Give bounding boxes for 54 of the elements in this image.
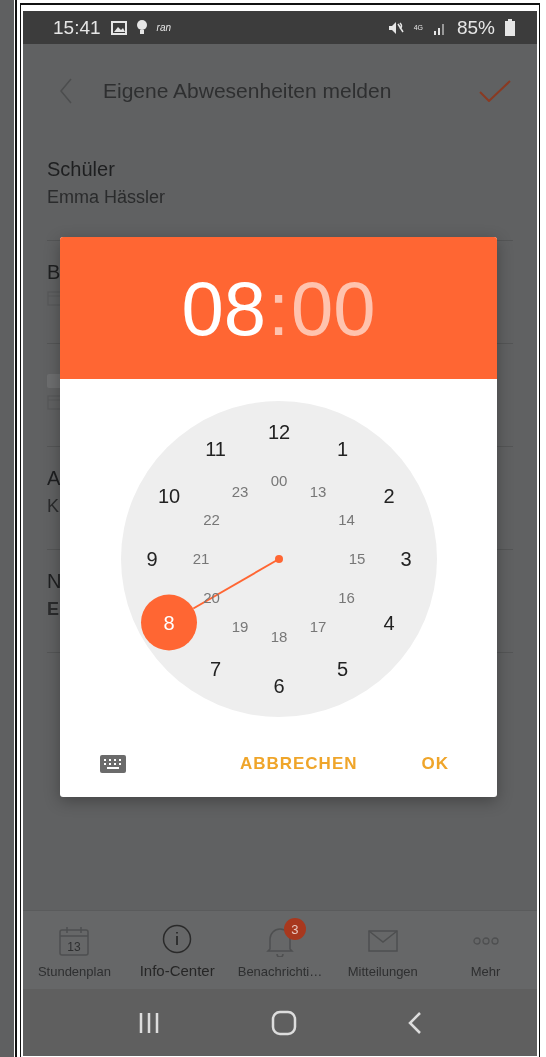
bulb-icon (136, 20, 147, 35)
mute-icon (387, 20, 404, 35)
clock-number[interactable]: 14 (337, 511, 355, 529)
clock-number[interactable]: 00 (270, 472, 287, 490)
status-time: 15:41 (53, 16, 101, 39)
clock-number[interactable]: 11 (204, 438, 226, 460)
clock-number[interactable]: 9 (145, 548, 158, 570)
time-separator: : (266, 264, 291, 352)
clock-number[interactable]: 17 (309, 617, 326, 635)
clock-number[interactable]: 3 (399, 548, 412, 570)
more-icon (472, 937, 499, 945)
clock-number[interactable]: 23 (231, 482, 248, 500)
clock-number[interactable]: 8 (162, 611, 175, 634)
clock-number[interactable]: 7 (209, 658, 221, 680)
battery-icon (505, 19, 515, 36)
home-icon (271, 1009, 297, 1036)
clock-number[interactable]: 6 (272, 675, 285, 697)
bell-icon (266, 925, 294, 957)
notification-text: ran (156, 22, 171, 33)
ok-button[interactable]: OK (409, 746, 461, 782)
keyboard-icon (100, 755, 126, 773)
clock-number[interactable]: 22 (202, 511, 220, 529)
cancel-button[interactable]: ABBRECHEN (227, 746, 370, 782)
recent-apps-icon (138, 1010, 161, 1035)
hour-display[interactable]: 08 (180, 264, 267, 352)
clock-number[interactable]: 2 (382, 484, 395, 507)
clock-number[interactable]: 10 (157, 484, 180, 507)
battery-percent: 85% (456, 16, 495, 39)
nav-tab[interactable]: Info-Center (125, 911, 229, 989)
nav-tab[interactable]: Mehr (434, 911, 537, 989)
nav-tab[interactable]: 3 Benachrichti… (228, 911, 332, 989)
image-icon (110, 20, 127, 35)
clock-number[interactable]: 21 (192, 550, 209, 568)
clock-number[interactable]: 15 (348, 550, 365, 568)
clock-number[interactable]: 5 (336, 658, 348, 680)
clock-number[interactable]: 19 (231, 617, 248, 635)
field-label: N (47, 570, 62, 593)
checkmark-icon (479, 80, 511, 102)
nav-tab[interactable]: Mitteilungen (331, 911, 435, 989)
nav-tab[interactable]: 13 Stundenplan (23, 911, 126, 989)
field-label: B (47, 261, 61, 284)
clock-number[interactable]: 1 (336, 438, 348, 460)
info-icon (162, 924, 193, 954)
field-label: Schüler (47, 158, 115, 181)
clock-number[interactable]: 18 (270, 628, 287, 646)
clock-number[interactable]: 4 (382, 611, 395, 634)
clock-number[interactable]: 13 (309, 482, 326, 500)
clock-number[interactable]: 16 (337, 589, 355, 607)
mail-icon (367, 930, 398, 952)
clock-number[interactable]: 12 (267, 421, 290, 443)
field-label: A (47, 467, 61, 490)
back-icon (407, 1010, 422, 1035)
notification-badge: 3 (284, 918, 306, 940)
calendar-day: 13 (67, 940, 82, 954)
